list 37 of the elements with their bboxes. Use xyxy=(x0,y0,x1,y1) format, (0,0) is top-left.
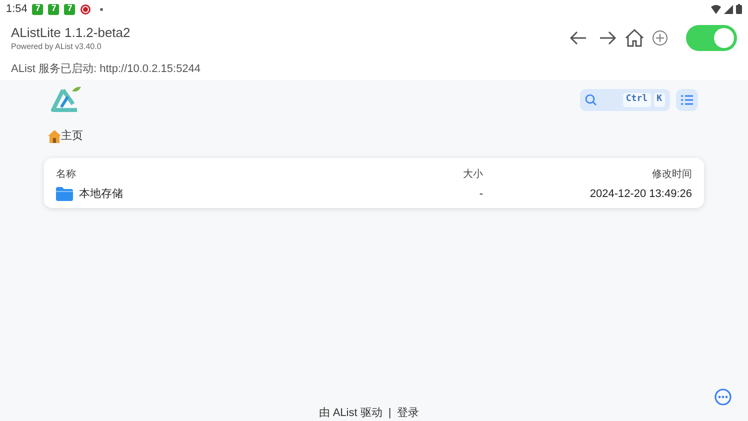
logo-icon xyxy=(51,86,81,114)
list-view-button[interactable] xyxy=(676,89,698,111)
search-field[interactable]: Ctrl K xyxy=(580,89,670,111)
column-header: 大小 xyxy=(463,169,483,180)
notification-icon: 7 xyxy=(32,4,44,14)
list-icon xyxy=(681,95,693,105)
folder-icon xyxy=(56,186,73,201)
footer-text: 由 AList 驱动 xyxy=(318,406,382,421)
login-link[interactable]: 登录 xyxy=(397,405,420,421)
wifi-icon xyxy=(711,4,721,14)
shortcut-key: Ctrl xyxy=(622,93,651,107)
footer-separator: | xyxy=(388,406,392,421)
file-date: 2024-12-20 13:49:26 xyxy=(590,188,692,200)
file-size: - xyxy=(479,188,483,200)
add-icon[interactable] xyxy=(652,30,668,46)
dot-icon xyxy=(100,8,104,10)
more-icon[interactable] xyxy=(714,388,732,406)
notification-icon: 7 xyxy=(48,4,60,14)
notification-icon: 7 xyxy=(64,4,76,14)
back-icon[interactable] xyxy=(569,31,587,45)
status-time: 1:54 xyxy=(6,2,28,17)
app-subtitle: Powered by AList v3.40.0 xyxy=(11,41,102,53)
column-header: 名称 xyxy=(56,168,76,182)
breadcrumb-link[interactable]: 主页 xyxy=(61,128,83,144)
forward-icon[interactable] xyxy=(599,31,617,45)
shortcut-key: K xyxy=(654,93,665,107)
column-header: 修改时间 xyxy=(652,169,692,180)
app-title: AListLite 1.1.2-beta2 xyxy=(11,25,132,41)
service-status: AList 服务已启动: http://10.0.2.15:5244 xyxy=(11,62,201,77)
home-icon xyxy=(48,130,61,143)
signal-icon xyxy=(724,4,733,14)
notification-icon xyxy=(80,4,92,14)
home-icon[interactable] xyxy=(625,29,644,47)
file-name[interactable]: 本地存储 xyxy=(79,186,123,202)
battery-icon xyxy=(736,4,742,14)
search-icon xyxy=(585,94,597,106)
service-toggle[interactable] xyxy=(686,25,737,51)
